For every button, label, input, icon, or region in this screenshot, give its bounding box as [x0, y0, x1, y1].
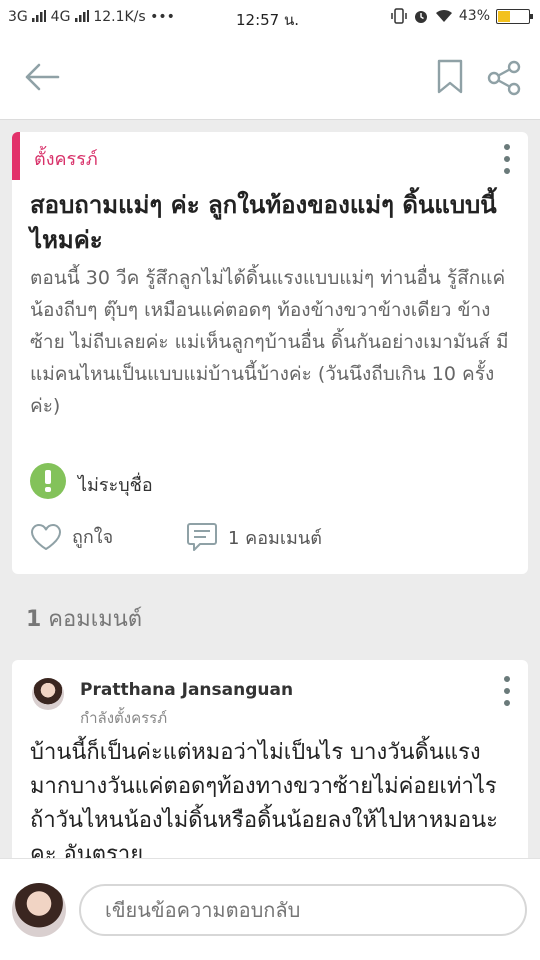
anonymous-avatar-icon — [30, 463, 66, 499]
comment-author-status: กำลังตั้งครรภ์ — [80, 709, 168, 727]
arrow-left-icon[interactable] — [24, 62, 60, 92]
network-speed: 12.1K/s ••• — [88, 9, 175, 25]
bookmark-icon[interactable] — [437, 59, 463, 95]
more-vertical-icon[interactable] — [502, 676, 512, 706]
post-tag[interactable]: ตั้งครรภ์ — [34, 144, 98, 173]
clock: 12:57 น. — [236, 11, 300, 29]
battery-fill — [498, 10, 510, 22]
alarm-icon — [414, 11, 427, 23]
network-type-2: 4G — [46, 9, 75, 25]
share-icon[interactable] — [486, 60, 522, 96]
status-bar: 3G 4G 12.1K/s ••• 12:57 น. 43% — [0, 0, 540, 36]
comments-count: 1 — [26, 607, 42, 632]
more-vertical-icon[interactable] — [502, 144, 512, 174]
signal-icon-2 — [74, 10, 89, 22]
comment-button[interactable]: 1 คอมเมนต์ — [186, 522, 322, 552]
reply-input[interactable] — [79, 884, 527, 936]
battery-icon — [496, 8, 533, 24]
battery-percent: 43% — [458, 8, 490, 24]
post-title: สอบถามแม่ๆ ค่ะ ลูกในท้องของแม่ๆ ดิ้นแบบน… — [30, 191, 497, 254]
tag-accent-bar — [12, 132, 20, 180]
app-bar — [0, 36, 540, 120]
like-button[interactable]: ถูกใจ — [30, 522, 113, 551]
reply-composer — [0, 858, 540, 960]
system-icons: 43% — [391, 8, 533, 24]
comment-text: บ้านนี้ก็เป็นค่ะแต่หมอว่าไม่เป็นไร บางวั… — [30, 740, 498, 867]
comment-count-label: 1 คอมเมนต์ — [228, 527, 322, 549]
vibrate-icon — [391, 8, 407, 24]
user-avatar — [12, 883, 66, 937]
post-author[interactable]: ไม่ระบุชื่อ — [78, 470, 153, 499]
network-type: 3G — [8, 9, 33, 25]
post-body: ตอนนี้ 30 วีค รู้สึกลูกไม่ได้ดิ้นแรงแบบแ… — [30, 267, 509, 417]
post-card: ตั้งครรภ์ สอบถามแม่ๆ ค่ะ ลูกในท้องของแม่… — [12, 132, 528, 574]
network-status: 3G 4G 12.1K/s ••• — [8, 9, 175, 25]
signal-icon — [32, 10, 47, 22]
like-label: ถูกใจ — [72, 527, 114, 548]
comment-icon — [187, 523, 217, 551]
comment-author[interactable]: Pratthana Jansanguan — [80, 680, 293, 700]
comments-count-label: คอมเมนต์ — [41, 607, 143, 632]
wifi-icon — [435, 9, 452, 22]
heart-icon — [31, 523, 61, 550]
comments-count-heading: 1 คอมเมนต์ — [26, 601, 142, 636]
commenter-avatar[interactable] — [32, 678, 64, 710]
